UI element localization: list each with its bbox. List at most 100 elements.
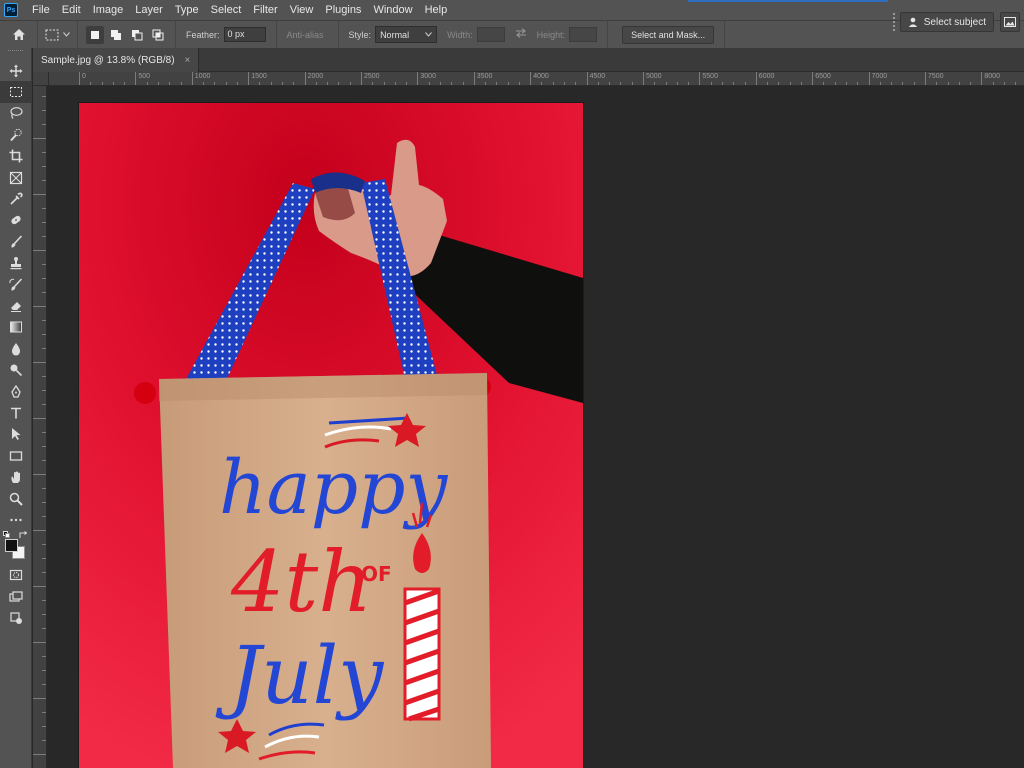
height-input[interactable] (569, 27, 598, 42)
menu-view[interactable]: View (284, 0, 320, 20)
hand-tool[interactable] (0, 466, 32, 487)
svg-text:July: July (215, 629, 385, 722)
ruler-origin[interactable] (33, 72, 49, 86)
ruler-minor-tick (1015, 82, 1017, 85)
ruler-minor-tick (42, 432, 46, 433)
swap-colors-icon[interactable] (19, 530, 28, 539)
close-icon[interactable]: × (185, 55, 191, 66)
zoom-tool[interactable] (0, 488, 32, 509)
ruler-minor-tick (485, 82, 487, 85)
ruler-minor-tick (372, 82, 374, 85)
home-button[interactable] (0, 20, 38, 49)
ruler-minor-tick (767, 82, 769, 85)
history-brush-tool[interactable] (0, 274, 32, 295)
style-select[interactable]: Normal (375, 26, 438, 43)
subtract-selection-icon (132, 29, 143, 40)
menu-image[interactable]: Image (87, 0, 130, 20)
ruler-minor-tick (42, 460, 46, 461)
ruler-minor-tick (33, 194, 46, 195)
rectangle-tool[interactable] (0, 445, 32, 466)
path-selection-tool[interactable] (0, 424, 32, 445)
title-accent-line (688, 0, 888, 2)
width-input[interactable] (476, 27, 505, 42)
ruler-minor-tick (33, 418, 46, 419)
type-tool[interactable] (0, 402, 32, 423)
quick-selection-tool[interactable] (0, 124, 32, 145)
marquee-preset-icon (45, 29, 59, 40)
anti-alias-checkbox[interactable]: Anti-alias (287, 30, 324, 40)
divider (724, 20, 726, 49)
arrow-cursor-icon (12, 428, 21, 441)
menu-filter[interactable]: Filter (247, 0, 283, 20)
toolbar-grip[interactable] (8, 50, 23, 58)
frame-tool[interactable] (0, 167, 32, 188)
menu-file[interactable]: File (26, 0, 56, 20)
clone-stamp-tool[interactable] (0, 253, 32, 274)
ruler-minor-tick (214, 82, 216, 85)
rectangular-marquee-tool[interactable] (0, 81, 32, 103)
ruler-minor-tick (42, 96, 46, 97)
ruler-minor-tick (42, 614, 46, 615)
eraser-tool[interactable] (0, 295, 32, 316)
ruler-tick-label: 3000 (417, 72, 436, 85)
swap-width-height-icon[interactable] (515, 28, 527, 41)
document-tab[interactable]: Sample.jpg @ 13.8% (RGB/8) × (33, 48, 200, 72)
feather-input[interactable]: 0 px (223, 27, 266, 42)
menu-edit[interactable]: Edit (56, 0, 87, 20)
pen-icon (11, 384, 21, 398)
menu-window[interactable]: Window (367, 0, 418, 20)
spot-healing-tool[interactable] (0, 210, 32, 231)
subtract-selection-button[interactable] (128, 26, 146, 44)
intersect-selection-button[interactable] (149, 26, 167, 44)
more-tools-button[interactable] (0, 509, 32, 530)
add-selection-icon (111, 29, 121, 40)
quick-mask-button[interactable] (0, 565, 32, 586)
ruler-tick-label: 4000 (530, 72, 549, 85)
ruler-minor-tick (507, 82, 509, 85)
height-label: Height: (536, 29, 566, 40)
ruler-minor-tick (778, 82, 780, 85)
ruler-minor-tick (42, 348, 46, 349)
screen-mode-button[interactable] (0, 586, 32, 607)
menu-plugins[interactable]: Plugins (319, 0, 367, 20)
new-selection-button[interactable] (86, 25, 104, 44)
crop-tool[interactable] (0, 146, 32, 167)
ruler-tick-label: 6500 (812, 72, 831, 85)
artboard-button[interactable] (0, 607, 32, 628)
foreground-color-swatch[interactable] (5, 538, 18, 552)
menu-layer[interactable]: Layer (129, 0, 169, 20)
image-mask-button[interactable] (1000, 12, 1020, 32)
gradient-tool[interactable] (0, 317, 32, 338)
vertical-ruler[interactable] (33, 72, 47, 768)
menu-select[interactable]: Select (205, 0, 248, 20)
ruler-minor-tick (676, 82, 678, 85)
select-and-mask-button[interactable]: Select and Mask... (622, 25, 715, 44)
menu-type[interactable]: Type (169, 0, 205, 20)
new-selection-icon (91, 30, 99, 39)
menu-help[interactable]: Help (419, 0, 454, 20)
ruler-minor-tick (42, 684, 46, 685)
tool-preset-picker[interactable] (38, 20, 78, 49)
ruler-tick-label: 8000 (981, 72, 1000, 85)
ruler-minor-tick (428, 82, 430, 85)
ruler-minor-tick (42, 152, 46, 153)
ruler-minor-tick (744, 82, 746, 85)
move-tool[interactable] (0, 60, 32, 81)
horizontal-ruler[interactable]: 0 500 1000 1500 2000 2500 3000 3500 4000 4500 5000… (49, 72, 1024, 86)
pen-tool[interactable] (0, 381, 32, 402)
select-subject-button[interactable]: Select subject (899, 12, 994, 32)
ruler-minor-tick (225, 82, 227, 85)
ruler-minor-tick (293, 82, 295, 85)
dodge-tool[interactable] (0, 359, 32, 380)
panel-grip-handle[interactable] (893, 13, 896, 31)
blur-tool[interactable] (0, 338, 32, 359)
eyedropper-tool[interactable] (0, 188, 32, 209)
lasso-tool[interactable] (0, 103, 32, 124)
home-icon (12, 29, 25, 40)
add-selection-button[interactable] (107, 26, 125, 44)
divider (607, 20, 609, 49)
default-colors-icon[interactable] (3, 530, 10, 538)
document-image[interactable]: happy 4th OF July (79, 103, 583, 768)
brush-tool[interactable] (0, 231, 32, 252)
ruler-minor-tick (1003, 82, 1005, 85)
